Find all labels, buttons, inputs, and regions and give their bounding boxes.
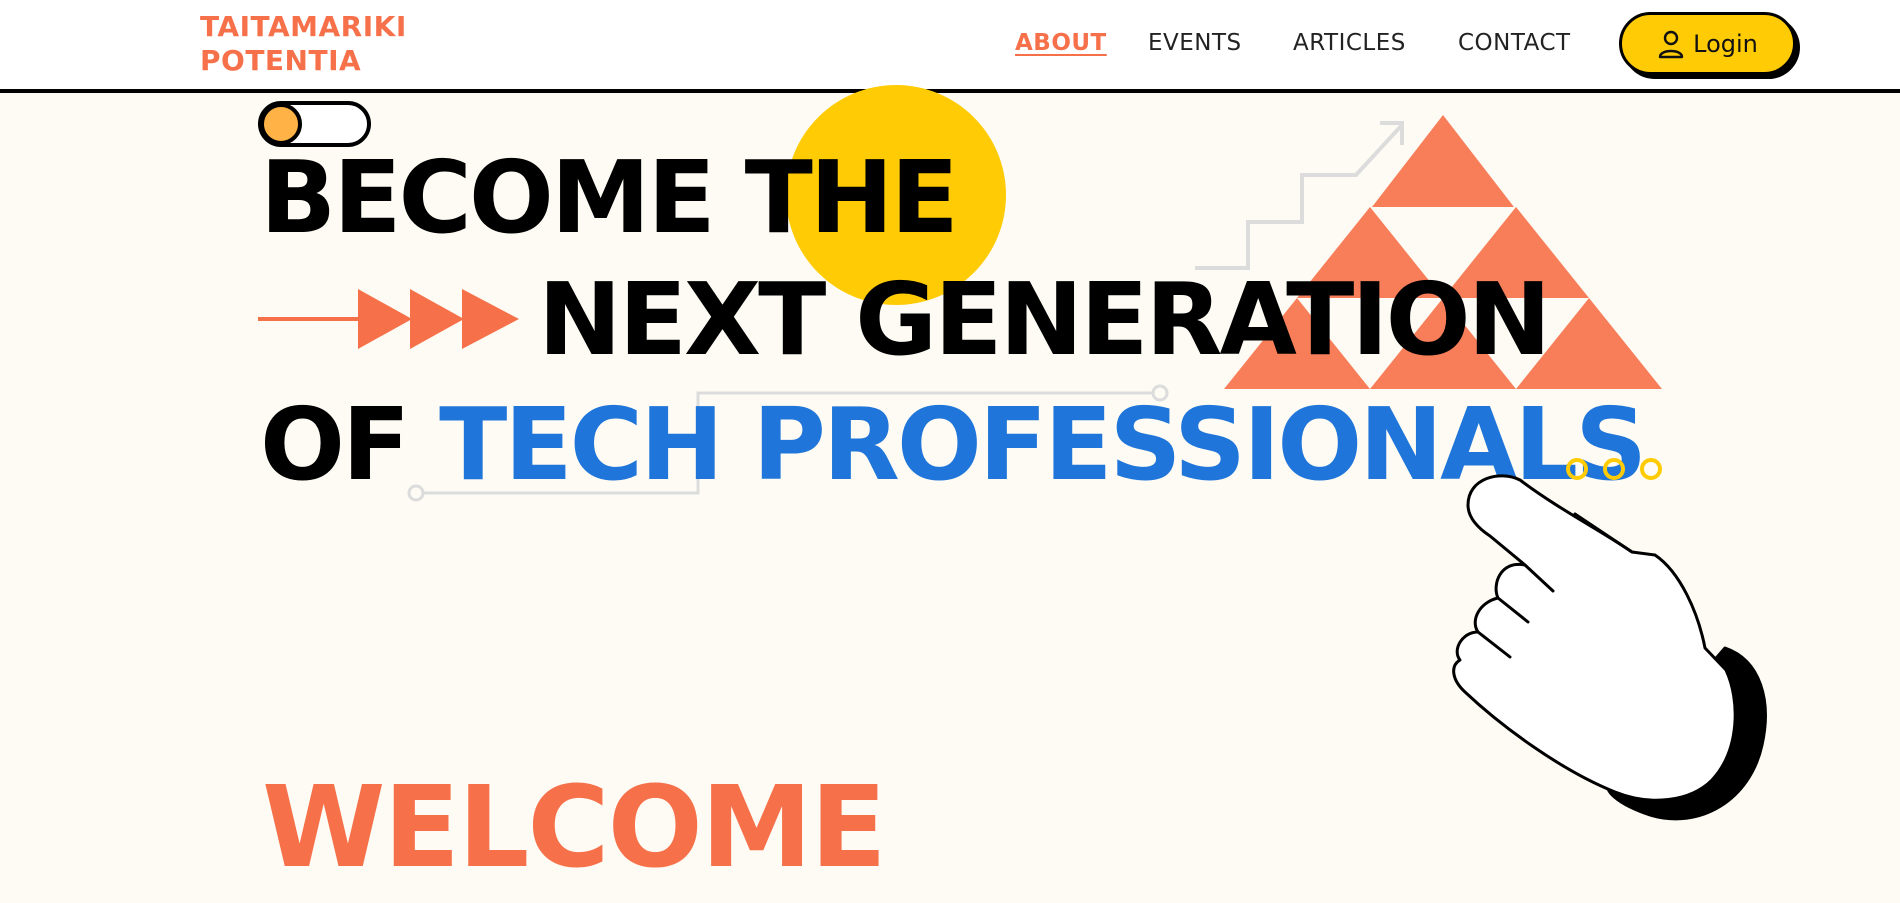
site-header: TAITAMARIKI POTENTIA ABOUT EVENTS ARTICL… [0,0,1900,93]
welcome-heading: WELCOME [262,763,887,893]
hero-line-3-prefix: OF [260,386,410,503]
logo-line-1: TAITAMARIKI [200,10,407,43]
hero-line-3: OF TECH PROFESSIONALS [260,395,1647,495]
nav-contact[interactable]: CONTACT [1458,30,1571,56]
arrow-chevrons-icon [258,289,519,349]
hero-line-1: BECOME THE [260,139,959,256]
stair-arrow [1195,121,1404,270]
logo-line-2: POTENTIA [200,44,362,77]
nav-events[interactable]: EVENTS [1148,30,1242,56]
hero-line-2: NEXT GENERATION [538,261,1551,378]
site-logo[interactable]: TAITAMARIKI POTENTIA [200,10,407,78]
pointing-hand-icon [1452,474,1767,821]
login-button[interactable]: Login [1619,12,1796,75]
user-icon [1658,30,1684,58]
login-label: Login [1693,29,1758,58]
nav-about[interactable]: ABOUT [1015,30,1107,56]
nav-articles[interactable]: ARTICLES [1293,30,1406,56]
hero-highlight-professionals: PROFESSIONALS [752,386,1648,503]
hero-highlight-tech: TECH [439,386,724,503]
